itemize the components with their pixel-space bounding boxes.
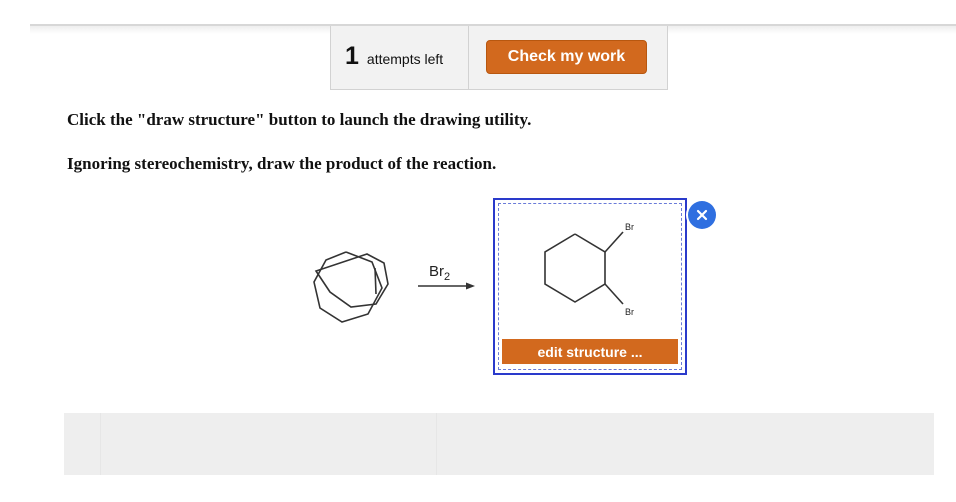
attempts-label: attempts left <box>366 51 444 67</box>
toolbar-divider <box>468 26 469 89</box>
question-toolbar: 1 attempts left Check my work <box>330 26 668 90</box>
attempts-count: 1 <box>345 42 359 70</box>
dibromocyclohexane-structure: Br Br <box>544 222 634 317</box>
reagent-subscript: 2 <box>444 271 450 283</box>
cycloheptene-drawing <box>313 251 383 323</box>
edit-structure-button[interactable]: edit structure ... <box>502 339 678 364</box>
reagent-label: Br2 <box>429 263 450 283</box>
bromine-bottom-label: Br <box>625 307 634 317</box>
close-icon[interactable] <box>688 201 716 229</box>
close-x-glyph <box>696 209 708 221</box>
panel-divider <box>100 413 101 475</box>
attempts-indicator: 1 attempts left <box>345 42 443 71</box>
check-my-work-button[interactable]: Check my work <box>486 40 647 74</box>
answer-structure-box[interactable]: Br Br edit structure ... <box>493 198 687 375</box>
instruction-draw-structure: Click the "draw structure" button to lau… <box>67 110 532 129</box>
bottom-navigation-panel <box>64 413 934 475</box>
panel-divider <box>436 413 437 475</box>
reagent-text: Br <box>429 263 444 280</box>
reaction-arrow-head <box>466 282 475 290</box>
bromine-top-label: Br <box>625 222 634 232</box>
instruction-question: Ignoring stereochemistry, draw the produ… <box>67 154 497 173</box>
